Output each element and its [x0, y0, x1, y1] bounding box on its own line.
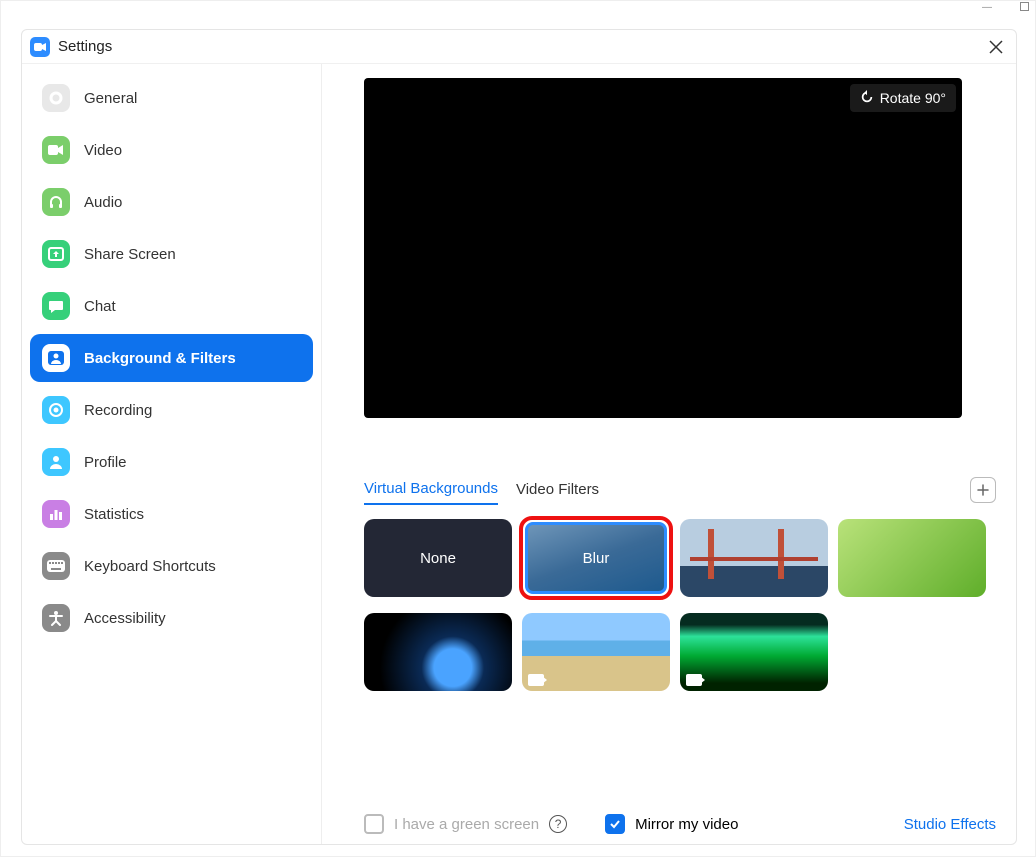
video-icon [42, 136, 70, 164]
gear-icon [42, 84, 70, 112]
background-tile-beach[interactable] [522, 613, 670, 691]
add-background-button[interactable] [970, 477, 996, 503]
background-tile-blur[interactable]: Blur [522, 519, 670, 597]
sidebar-item-label: Chat [84, 298, 116, 315]
outer-app-window: — Settings General [0, 0, 1036, 857]
dialog-header: Settings [22, 30, 1016, 64]
main-panel: Rotate 90° Virtual Backgrounds Video Fil… [322, 64, 1016, 844]
green-screen-label: I have a green screen [394, 816, 539, 833]
zoom-app-icon [30, 37, 50, 57]
video-badge-icon [528, 674, 544, 686]
bottom-options-row: I have a green screen ? Mirror my video … [364, 814, 996, 834]
background-label: None [420, 550, 456, 567]
sidebar-item-label: Accessibility [84, 610, 166, 627]
dialog-body: General Video Audio [22, 64, 1016, 844]
sidebar-item-label: Profile [84, 454, 127, 471]
sidebar-item-keyboard-shortcuts[interactable]: Keyboard Shortcuts [30, 542, 313, 590]
sidebar-item-accessibility[interactable]: Accessibility [30, 594, 313, 642]
sidebar-item-label: Keyboard Shortcuts [84, 558, 216, 575]
rotate-label: Rotate 90° [880, 90, 946, 106]
mirror-video-label: Mirror my video [635, 816, 738, 833]
outer-minimize-icon[interactable]: — [982, 2, 992, 22]
mirror-video-checkbox[interactable] [605, 814, 625, 834]
studio-effects-link[interactable]: Studio Effects [904, 816, 996, 833]
headphones-icon [42, 188, 70, 216]
outer-window-controls: — [937, 2, 1036, 22]
close-button[interactable] [984, 35, 1008, 59]
video-preview: Rotate 90° [364, 78, 962, 418]
sidebar-item-label: Video [84, 142, 122, 159]
rotate-icon [860, 90, 874, 107]
background-label: Blur [583, 550, 610, 567]
help-icon[interactable]: ? [549, 815, 567, 833]
tab-virtual-backgrounds[interactable]: Virtual Backgrounds [364, 474, 498, 505]
keyboard-icon [42, 552, 70, 580]
video-badge-icon [686, 674, 702, 686]
sidebar-item-profile[interactable]: Profile [30, 438, 313, 486]
sidebar-item-label: General [84, 90, 137, 107]
sidebar-item-label: Background & Filters [84, 350, 236, 367]
sidebar-item-label: Recording [84, 402, 152, 419]
sidebar-item-audio[interactable]: Audio [30, 178, 313, 226]
background-tile-space[interactable] [364, 613, 512, 691]
profile-icon [42, 448, 70, 476]
tab-video-filters[interactable]: Video Filters [516, 475, 599, 504]
sidebar-item-background-filters[interactable]: Background & Filters [30, 334, 313, 382]
green-screen-checkbox[interactable] [364, 814, 384, 834]
background-tile-none[interactable]: None [364, 519, 512, 597]
sidebar-item-statistics[interactable]: Statistics [30, 490, 313, 538]
dialog-title: Settings [58, 38, 112, 55]
sidebar-item-share-screen[interactable]: Share Screen [30, 230, 313, 278]
background-tile-aurora[interactable] [680, 613, 828, 691]
person-card-icon [42, 344, 70, 372]
chat-icon [42, 292, 70, 320]
sidebar-item-chat[interactable]: Chat [30, 282, 313, 330]
background-tile-grass[interactable] [838, 519, 986, 597]
outer-maximize-icon[interactable] [1020, 2, 1029, 11]
stats-icon [42, 500, 70, 528]
share-screen-icon [42, 240, 70, 268]
sidebar: General Video Audio [22, 64, 322, 844]
accessibility-icon [42, 604, 70, 632]
sidebar-item-label: Share Screen [84, 246, 176, 263]
record-icon [42, 396, 70, 424]
settings-dialog: Settings General Video [21, 29, 1017, 845]
background-tile-bridge[interactable] [680, 519, 828, 597]
sidebar-item-recording[interactable]: Recording [30, 386, 313, 434]
sidebar-item-general[interactable]: General [30, 74, 313, 122]
sidebar-item-label: Statistics [84, 506, 144, 523]
sidebar-item-video[interactable]: Video [30, 126, 313, 174]
sidebar-item-label: Audio [84, 194, 122, 211]
backgrounds-grid: None Blur [364, 519, 984, 691]
tabs-row: Virtual Backgrounds Video Filters [364, 474, 996, 505]
rotate-90-button[interactable]: Rotate 90° [850, 84, 956, 112]
